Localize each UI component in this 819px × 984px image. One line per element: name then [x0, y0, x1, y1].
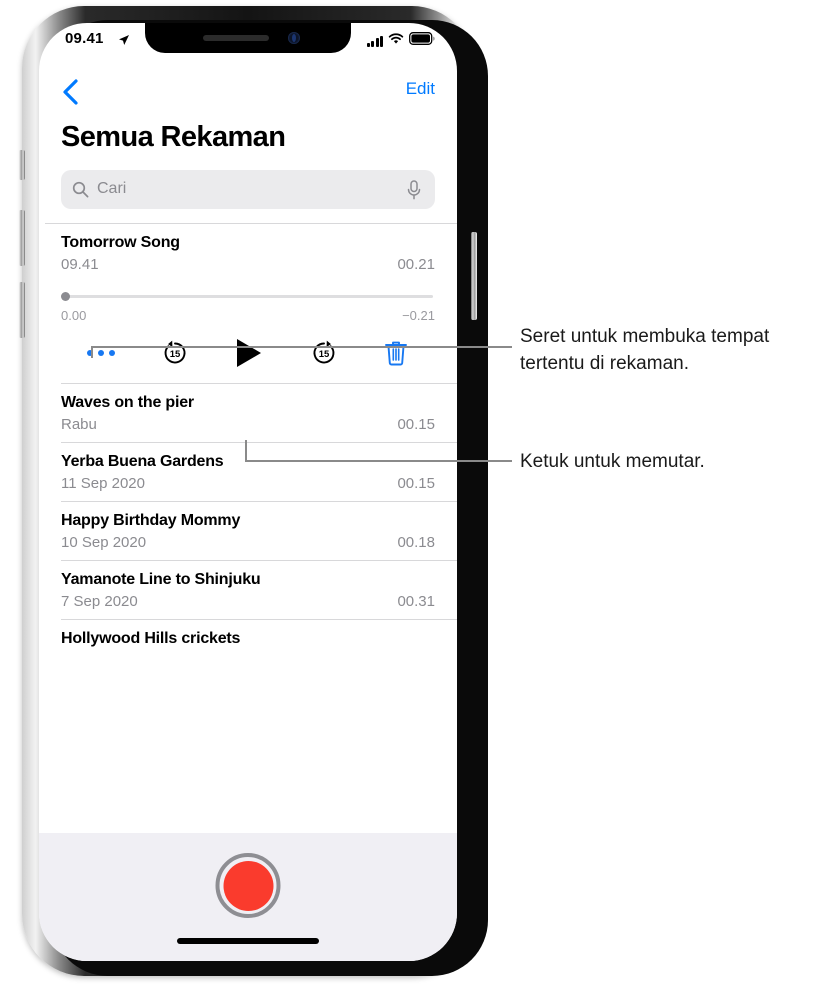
- callout-leader-vertical: [91, 347, 93, 358]
- home-indicator[interactable]: [177, 938, 319, 944]
- skip-forward-15-button[interactable]: 15: [309, 338, 339, 368]
- recording-date: 7 Sep 2020: [61, 593, 138, 610]
- list-item[interactable]: Yamanote Line to Shinjuku 7 Sep 2020 00.…: [39, 561, 457, 619]
- list-item[interactable]: Waves on the pier Rabu 00.15: [39, 384, 457, 442]
- silent-switch-button[interactable]: [19, 150, 25, 180]
- svg-text:15: 15: [169, 349, 180, 360]
- nav-bar: Edit: [39, 75, 457, 115]
- status-icons: [366, 32, 436, 50]
- recording-date: 10 Sep 2020: [61, 534, 147, 551]
- back-button[interactable]: [57, 77, 87, 107]
- recording-duration: 00.15: [397, 416, 435, 433]
- delete-button[interactable]: [383, 339, 409, 367]
- search-placeholder: Cari: [97, 180, 127, 197]
- page-title: Semua Rekaman: [61, 121, 286, 153]
- notch: [145, 23, 351, 53]
- recording-duration: 00.18: [397, 534, 435, 551]
- expanded-recording-item[interactable]: Tomorrow Song 09.41 00.21 0.00 −0.21 15 …: [39, 224, 457, 383]
- search-input[interactable]: Cari: [61, 170, 435, 209]
- power-button[interactable]: [471, 232, 477, 320]
- volume-up-button[interactable]: [19, 210, 25, 266]
- player-meta: 09.41 00.21: [61, 256, 435, 273]
- record-button[interactable]: [215, 853, 281, 918]
- phone-screen: 09.41 Edit Semua Rekaman Cari Tomorrow S…: [39, 23, 457, 961]
- remaining-time: −0.21: [402, 308, 435, 323]
- callout-leader-horizontal: [245, 460, 512, 462]
- player-date: 09.41: [61, 256, 99, 273]
- recording-title: Yamanote Line to Shinjuku: [61, 571, 261, 588]
- scrubber-labels: 0.00 −0.21: [61, 308, 435, 323]
- location-arrow-icon: [118, 33, 130, 51]
- recording-date: 11 Sep 2020: [61, 475, 145, 492]
- edit-button[interactable]: Edit: [406, 79, 435, 99]
- status-time: 09.41: [65, 30, 104, 47]
- svg-text:15: 15: [318, 349, 329, 360]
- list-item[interactable]: Yerba Buena Gardens 11 Sep 2020 00.15: [39, 443, 457, 501]
- playback-controls: 15 15: [61, 323, 435, 383]
- callout-scrubber-text: Seret untuk membuka tempat tertentu di r…: [520, 326, 770, 374]
- volume-down-button[interactable]: [19, 282, 25, 338]
- speaker-grille-icon: [203, 35, 269, 41]
- elapsed-time: 0.00: [61, 308, 87, 323]
- microphone-icon[interactable]: [405, 179, 423, 206]
- recording-title: Yerba Buena Gardens: [61, 453, 224, 470]
- recording-title: Waves on the pier: [61, 394, 194, 411]
- player-duration: 00.21: [397, 256, 435, 273]
- cellular-signal-icon: [366, 35, 383, 47]
- skip-back-15-button[interactable]: 15: [160, 338, 190, 368]
- callout-play-text: Ketuk untuk memutar.: [520, 451, 705, 472]
- callout-leader-vertical: [245, 440, 247, 462]
- scrubber-knob[interactable]: [61, 292, 70, 301]
- callout-leader-horizontal: [91, 346, 512, 348]
- record-toolbar: [39, 833, 457, 961]
- front-camera-icon: [288, 32, 300, 44]
- recording-duration: 00.15: [397, 475, 435, 492]
- wifi-icon: [388, 32, 404, 50]
- list-item[interactable]: Happy Birthday Mommy 10 Sep 2020 00.18: [39, 502, 457, 560]
- recording-date: Rabu: [61, 416, 97, 433]
- player-title: Tomorrow Song: [61, 234, 180, 251]
- recording-duration: 00.31: [397, 593, 435, 610]
- battery-full-icon: [409, 32, 435, 50]
- record-button-inner: [223, 860, 273, 911]
- recording-title: Hollywood Hills crickets: [61, 630, 241, 647]
- recording-title: Happy Birthday Mommy: [61, 512, 241, 529]
- list-item[interactable]: Hollywood Hills crickets: [39, 620, 457, 657]
- search-icon: [72, 181, 89, 203]
- scrubber-track[interactable]: [63, 295, 433, 298]
- play-button[interactable]: [234, 337, 264, 369]
- playback-scrubber[interactable]: [61, 290, 435, 302]
